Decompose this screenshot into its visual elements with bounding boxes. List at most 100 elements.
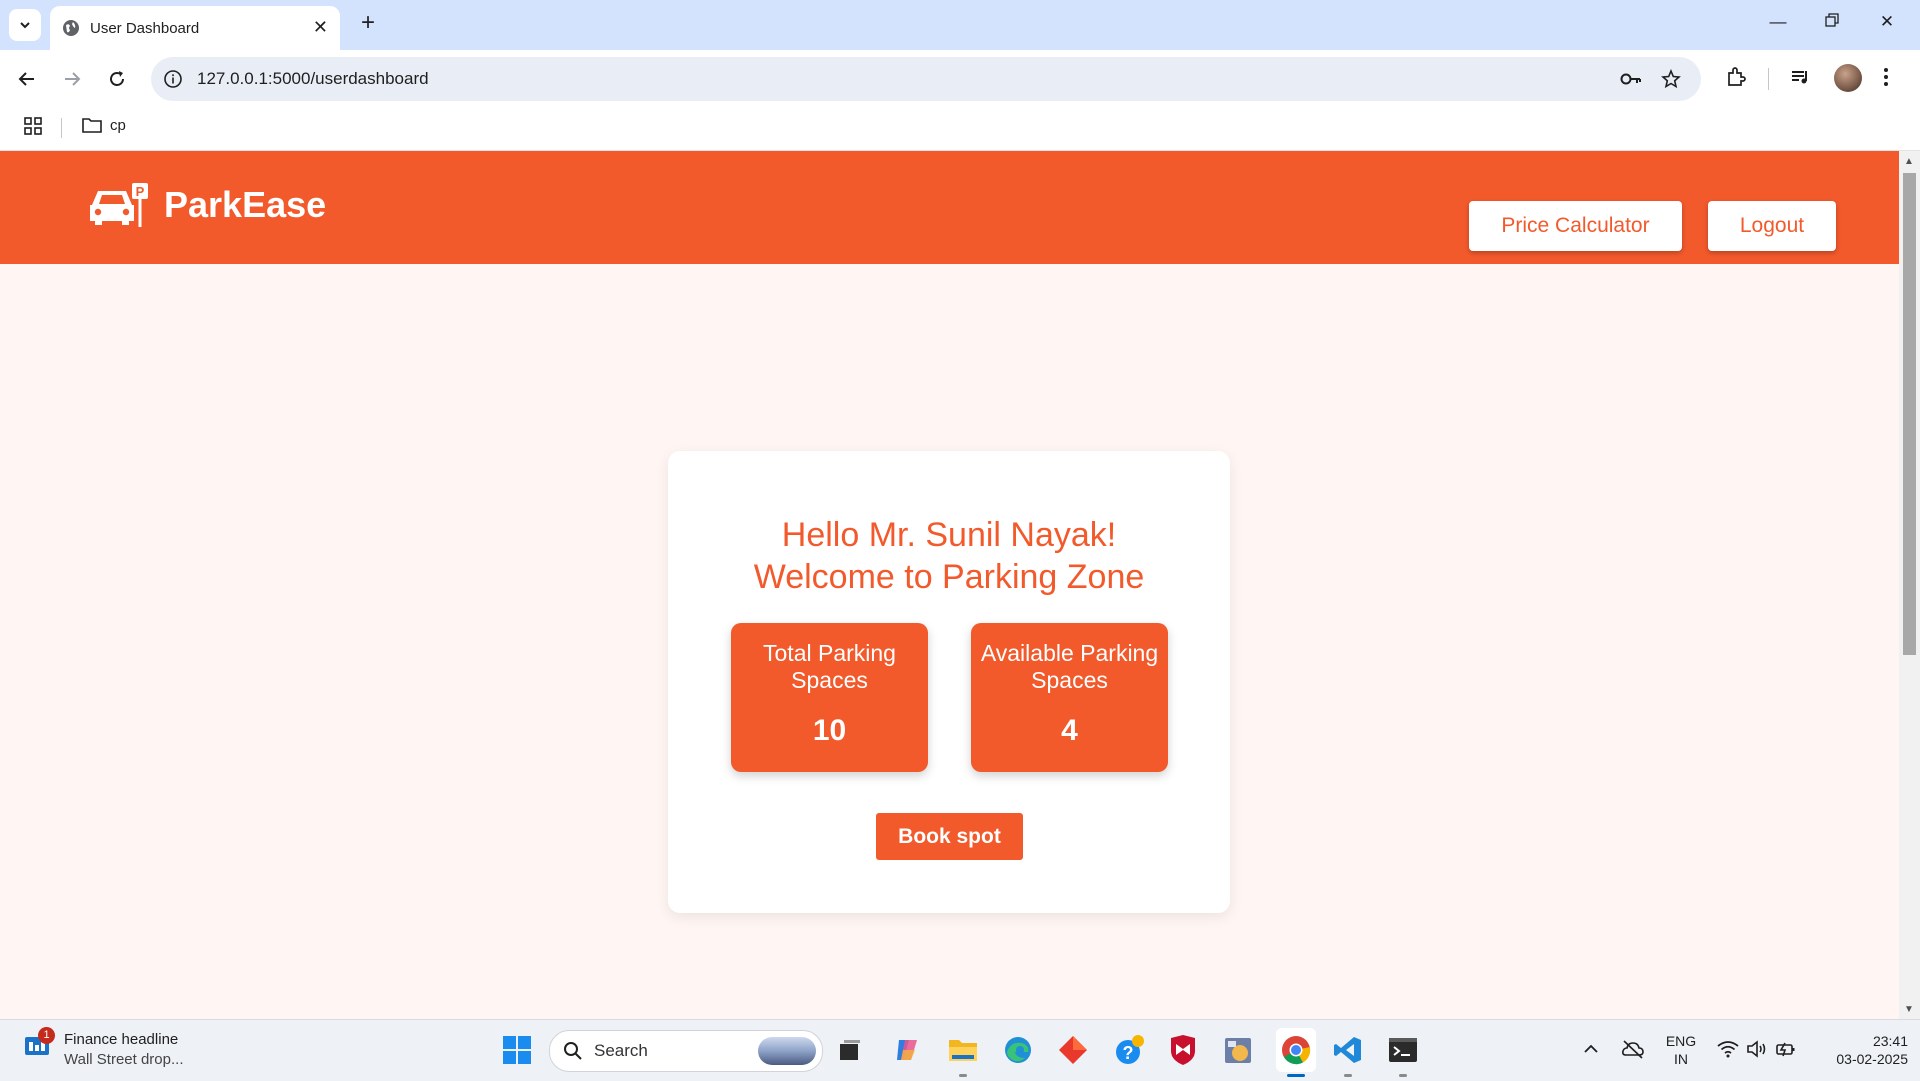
arrow-right-icon bbox=[65, 72, 81, 86]
scroll-up-icon[interactable]: ▲ bbox=[1904, 156, 1914, 167]
battery-charging-icon[interactable] bbox=[1775, 1040, 1797, 1058]
terminal-icon bbox=[1389, 1038, 1417, 1062]
vscode-app[interactable] bbox=[1332, 1034, 1364, 1066]
close-tab-icon[interactable]: ✕ bbox=[313, 17, 328, 38]
volume-icon[interactable] bbox=[1746, 1040, 1768, 1058]
diamond-app[interactable] bbox=[1057, 1034, 1089, 1066]
extensions-icon[interactable] bbox=[1725, 66, 1747, 88]
stat-label: Available Parking Spaces bbox=[980, 640, 1159, 693]
address-bar[interactable]: 127.0.0.1:5000/userdashboard bbox=[151, 57, 1701, 101]
copilot-app[interactable] bbox=[891, 1034, 923, 1066]
browser-toolbar: 127.0.0.1:5000/userdashboard bbox=[0, 50, 1920, 108]
language-code: ENG bbox=[1665, 1033, 1697, 1049]
arrow-left-icon bbox=[18, 72, 34, 86]
vscode-icon bbox=[1334, 1037, 1361, 1063]
restore-icon bbox=[1825, 13, 1839, 27]
copilot-icon bbox=[897, 1040, 917, 1060]
running-indicator bbox=[959, 1074, 967, 1077]
wifi-icon[interactable] bbox=[1717, 1040, 1739, 1058]
clock-date: 03-02-2025 bbox=[1836, 1051, 1908, 1067]
search-label: Search bbox=[594, 1041, 648, 1060]
clock[interactable]: 23:41 03-02-2025 bbox=[1812, 1032, 1908, 1068]
notification-badge: 1 bbox=[38, 1027, 55, 1044]
close-window-button[interactable]: ✕ bbox=[1875, 12, 1899, 32]
news-text[interactable]: Finance headline Wall Street drop... bbox=[64, 1030, 184, 1070]
language-region: IN bbox=[1674, 1051, 1688, 1067]
page-scrollbar[interactable]: ▲ ▼ bbox=[1899, 151, 1920, 1019]
reload-icon bbox=[110, 71, 124, 86]
restore-button[interactable] bbox=[1820, 12, 1844, 32]
greeting-line-2: Welcome to Parking Zone bbox=[753, 558, 1145, 596]
back-button[interactable] bbox=[14, 66, 40, 92]
language-indicator[interactable]: ENG IN bbox=[1662, 1032, 1700, 1068]
price-calculator-button[interactable]: Price Calculator bbox=[1469, 201, 1682, 251]
reload-button[interactable] bbox=[104, 66, 130, 92]
task-view-button[interactable] bbox=[834, 1034, 866, 1066]
scrollbar-thumb[interactable] bbox=[1903, 173, 1916, 655]
task-view-icon bbox=[840, 1040, 860, 1060]
globe-icon bbox=[63, 20, 79, 36]
notes-app-icon bbox=[1225, 1038, 1251, 1063]
scroll-down-icon[interactable]: ▼ bbox=[1904, 1004, 1914, 1015]
bookmark-folder-cp[interactable]: cp bbox=[82, 116, 126, 134]
svg-text:P: P bbox=[136, 184, 145, 199]
bookmarks-bar: cp bbox=[0, 108, 1920, 151]
file-explorer-app[interactable] bbox=[947, 1034, 979, 1066]
bookmark-divider bbox=[61, 118, 62, 138]
dashboard-card: Hello Mr. Sunil Nayak! Welcome to Parkin… bbox=[668, 451, 1230, 913]
chrome-icon bbox=[1282, 1036, 1311, 1065]
running-indicator bbox=[1399, 1074, 1407, 1077]
stat-value: 10 bbox=[812, 714, 847, 747]
onedrive-off-icon[interactable] bbox=[1621, 1039, 1645, 1059]
profile-avatar[interactable] bbox=[1834, 64, 1862, 92]
help-icon: ? bbox=[1116, 1035, 1144, 1064]
site-header: P ParkEase Price Calculator Logout bbox=[0, 151, 1899, 264]
mcafee-app[interactable] bbox=[1167, 1034, 1199, 1066]
tab-search-button[interactable] bbox=[9, 9, 41, 41]
star-icon[interactable] bbox=[1661, 69, 1681, 89]
chevron-down-icon bbox=[20, 22, 30, 29]
start-button[interactable] bbox=[501, 1034, 533, 1066]
search-highlight-image bbox=[758, 1037, 816, 1065]
folder-icon bbox=[82, 118, 102, 133]
news-subtitle: Wall Street drop... bbox=[64, 1051, 184, 1068]
mcafee-shield-icon bbox=[1171, 1035, 1195, 1065]
brand-name: ParkEase bbox=[164, 184, 327, 225]
news-widget[interactable]: 1 bbox=[22, 1027, 55, 1065]
key-icon[interactable] bbox=[1619, 69, 1643, 89]
clock-time: 23:41 bbox=[1872, 1033, 1908, 1049]
book-spot-button[interactable]: Book spot bbox=[876, 813, 1023, 860]
brand-logo[interactable]: P ParkEase bbox=[86, 181, 326, 229]
apps-grid-icon[interactable] bbox=[23, 116, 43, 136]
logout-button[interactable]: Logout bbox=[1708, 201, 1836, 251]
page-viewport: P ParkEase Price Calculator Logout Hello… bbox=[0, 151, 1899, 1019]
edge-app[interactable] bbox=[1002, 1034, 1034, 1066]
folder-icon bbox=[949, 1040, 977, 1061]
diamond-app-icon bbox=[1059, 1036, 1087, 1064]
news-title: Finance headline bbox=[64, 1031, 179, 1048]
more-menu-icon[interactable] bbox=[1882, 66, 1890, 88]
browser-tab-active[interactable]: User Dashboard ✕ bbox=[50, 6, 340, 50]
taskbar-search[interactable]: Search bbox=[549, 1030, 823, 1072]
chrome-app[interactable] bbox=[1276, 1028, 1316, 1072]
url-text: 127.0.0.1:5000/userdashboard bbox=[197, 69, 429, 88]
media-controls-icon[interactable] bbox=[1790, 66, 1812, 88]
search-icon bbox=[564, 1042, 582, 1060]
site-info-icon[interactable] bbox=[163, 69, 183, 89]
chevron-up-icon[interactable] bbox=[1583, 1042, 1599, 1056]
terminal-app[interactable] bbox=[1387, 1034, 1419, 1066]
browser-tab-strip: User Dashboard ✕ + — ✕ bbox=[0, 0, 1920, 50]
edge-icon bbox=[1005, 1037, 1031, 1063]
stat-value: 4 bbox=[1061, 714, 1078, 747]
forward-button[interactable] bbox=[59, 66, 85, 92]
svg-text:?: ? bbox=[1123, 1043, 1134, 1063]
bookmark-folder-label: cp bbox=[110, 116, 126, 134]
stat-label: Total Parking Spaces bbox=[763, 640, 896, 693]
available-spaces-card: Available Parking Spaces 4 bbox=[971, 623, 1168, 772]
notes-app[interactable] bbox=[1222, 1034, 1254, 1066]
help-app[interactable]: ? bbox=[1114, 1034, 1146, 1066]
new-tab-button[interactable]: + bbox=[354, 9, 382, 37]
toolbar-divider bbox=[1768, 68, 1769, 90]
minimize-button[interactable]: — bbox=[1766, 12, 1790, 32]
greeting-line-1: Hello Mr. Sunil Nayak! bbox=[781, 516, 1117, 554]
